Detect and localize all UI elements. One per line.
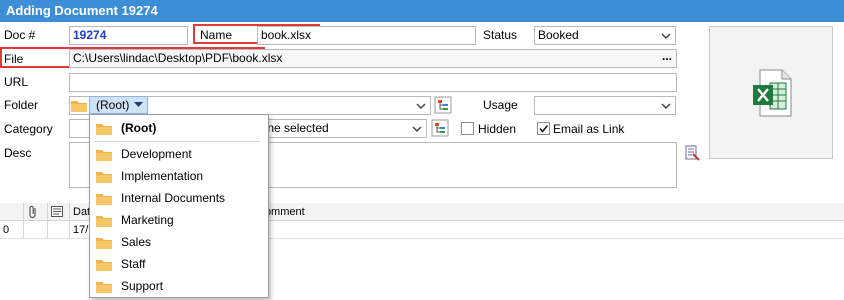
list-item-label: Implementation <box>121 169 204 183</box>
tree-view-icon[interactable] <box>434 96 452 114</box>
hidden-label: Hidden <box>478 122 517 136</box>
checkmark-icon <box>539 124 549 133</box>
list-item-label: Staff <box>121 257 146 271</box>
file-label: File <box>4 52 24 66</box>
url-field[interactable] <box>69 73 677 92</box>
list-item[interactable]: Staff <box>90 253 268 275</box>
excel-file-icon <box>753 69 792 117</box>
doc-number-field[interactable]: 19274 <box>69 26 188 45</box>
chevron-down-icon[interactable] <box>415 100 427 112</box>
caret-down-icon <box>134 102 143 107</box>
name-label: Name <box>200 28 233 42</box>
email-as-link-checkbox[interactable] <box>537 122 550 135</box>
folder-selected-value: (Root) <box>96 98 130 112</box>
folder-icon <box>96 260 112 271</box>
row-note-cell <box>48 221 70 239</box>
paperclip-icon <box>29 205 36 219</box>
browse-file-button[interactable]: ... <box>662 50 672 65</box>
folder-icon <box>71 101 87 112</box>
chevron-down-icon[interactable] <box>660 30 672 42</box>
usage-label: Usage <box>483 98 518 112</box>
list-item[interactable]: Support <box>90 275 268 297</box>
folder-icon <box>96 194 112 205</box>
chevron-down-icon[interactable] <box>411 123 423 135</box>
list-item-label: Development <box>121 147 192 161</box>
chevron-down-icon[interactable] <box>660 100 672 112</box>
folder-icon <box>96 172 112 183</box>
list-item[interactable]: Development <box>90 143 268 165</box>
list-item-label: Internal Documents <box>121 191 226 205</box>
spell-check-icon[interactable] <box>684 145 700 161</box>
desc-label: Desc <box>4 146 32 160</box>
list-item[interactable]: Implementation <box>90 165 268 187</box>
grid-col-comment[interactable]: Comment <box>254 203 844 221</box>
status-value: Booked <box>538 28 579 42</box>
status-label: Status <box>483 28 518 42</box>
folder-selected-tag[interactable]: (Root) <box>89 96 148 114</box>
folder-icon <box>96 150 112 161</box>
file-path-field[interactable]: C:\Users\lindac\Desktop\PDF\book.xlsx ..… <box>69 49 677 68</box>
list-item[interactable]: Marketing <box>90 209 268 231</box>
row-attachment-cell <box>24 221 48 239</box>
category-tree-icon[interactable] <box>431 119 449 137</box>
list-item-label: (Root) <box>121 121 157 135</box>
category-label: Category <box>4 122 53 136</box>
folder-icon <box>96 238 112 249</box>
folder-icon <box>96 282 112 293</box>
list-item[interactable]: (Root) <box>90 117 268 139</box>
window-title: Adding Document 19274 <box>0 0 844 22</box>
url-label: URL <box>4 75 29 89</box>
list-item[interactable]: Internal Documents <box>90 187 268 209</box>
status-select[interactable]: Booked <box>534 26 676 45</box>
row-number: 0 <box>0 221 24 239</box>
note-icon <box>51 206 63 217</box>
folder-icon <box>96 124 112 135</box>
email-as-link-label: Email as Link <box>553 122 625 136</box>
folder-label: Folder <box>4 98 39 112</box>
hidden-checkbox[interactable] <box>461 122 474 135</box>
divider <box>94 141 260 142</box>
name-field[interactable]: book.xlsx <box>257 26 476 45</box>
folder-icon <box>96 216 112 227</box>
usage-select[interactable] <box>534 96 676 115</box>
grid-col-number <box>0 203 24 221</box>
grid-col-attachment <box>24 203 48 221</box>
grid-col-note <box>48 203 70 221</box>
list-item-label: Support <box>121 279 164 293</box>
doc-number-label: Doc # <box>4 28 36 42</box>
file-path-value: C:\Users\lindac\Desktop\PDF\book.xlsx <box>73 51 283 65</box>
file-preview-panel <box>709 26 833 159</box>
folder-dropdown-list[interactable]: (Root) Development Implementation Intern… <box>89 114 269 298</box>
list-item[interactable]: Sales <box>90 231 268 253</box>
list-item-label: Sales <box>121 235 152 249</box>
list-item-label: Marketing <box>121 213 174 227</box>
